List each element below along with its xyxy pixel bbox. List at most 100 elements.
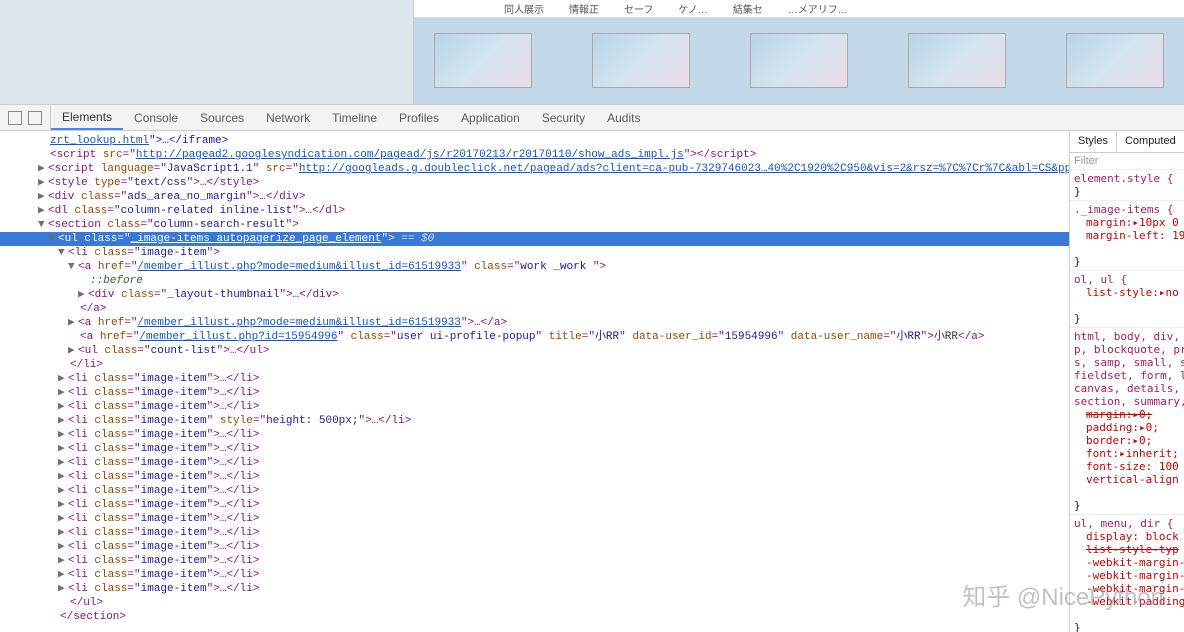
dom-pseudo[interactable]: ::before xyxy=(0,274,1069,288)
computed-tab[interactable]: Computed xyxy=(1117,131,1184,152)
dom-node[interactable]: ▶<li class="image-item" style="height: 5… xyxy=(0,414,1069,428)
tab-audits[interactable]: Audits xyxy=(596,105,651,130)
expand-arrow[interactable]: ▶ xyxy=(58,568,68,582)
thumbnail[interactable] xyxy=(592,33,690,88)
expand-arrow[interactable]: ▶ xyxy=(58,582,68,596)
tab-elements[interactable]: Elements xyxy=(51,105,123,130)
inspect-icon[interactable] xyxy=(8,111,22,125)
css-rule[interactable]: element.style {} xyxy=(1070,170,1184,201)
expand-arrow[interactable]: ▶ xyxy=(58,400,68,414)
script-src-link[interactable]: http://googleads.g.doubleclick.net/pagea… xyxy=(299,163,1069,175)
dom-node[interactable]: ▼<a href="/member_illust.php?mode=medium… xyxy=(0,260,1069,274)
nav-item[interactable]: 情報正 xyxy=(569,1,599,16)
device-icon[interactable] xyxy=(28,111,42,125)
expand-arrow[interactable]: ▶ xyxy=(58,498,68,512)
expand-arrow[interactable]: ▶ xyxy=(58,540,68,554)
dom-node[interactable]: ▶<li class="image-item">…</li> xyxy=(0,442,1069,456)
dom-node[interactable]: ▶<ul class="count-list">…</ul> xyxy=(0,344,1069,358)
tab-profiles[interactable]: Profiles xyxy=(388,105,450,130)
css-rule[interactable]: html, body, div,p, blockquote, prs, samp… xyxy=(1070,328,1184,515)
dom-node[interactable]: </section> xyxy=(0,610,1069,624)
expand-arrow[interactable]: ▶ xyxy=(78,288,88,302)
dom-node-selected[interactable]: ▼<ul class="_image-items autopagerize_pa… xyxy=(0,232,1069,246)
dom-node[interactable]: ▶<style type="text/css">…</style> xyxy=(0,176,1069,190)
dom-node[interactable]: ▶<li class="image-item">…</li> xyxy=(0,470,1069,484)
href-link[interactable]: /member_illust.php?mode=medium&illust_id… xyxy=(137,317,460,329)
nav-item[interactable]: …メアリフ… xyxy=(788,1,848,16)
tab-console[interactable]: Console xyxy=(123,105,189,130)
nav-item[interactable]: ケノ… xyxy=(678,1,707,16)
dom-node[interactable]: </a> xyxy=(0,302,1069,316)
dom-node[interactable]: ▼<section class="column-search-result"> xyxy=(0,218,1069,232)
dom-node[interactable]: ▶<div class="ads_area_no_margin">…</div> xyxy=(0,190,1069,204)
nav-item[interactable]: セーフ xyxy=(624,1,653,16)
tab-sources[interactable]: Sources xyxy=(189,105,255,130)
expand-arrow[interactable]: ▶ xyxy=(58,442,68,456)
dom-node[interactable]: ▶<li class="image-item">…</li> xyxy=(0,582,1069,596)
dom-node[interactable]: ▶<li class="image-item">…</li> xyxy=(0,400,1069,414)
dom-node[interactable]: ▶<li class="image-item">…</li> xyxy=(0,568,1069,582)
thumbnail[interactable] xyxy=(434,33,532,88)
dom-node[interactable]: ▶<li class="image-item">…</li> xyxy=(0,484,1069,498)
href-link[interactable]: /member_illust.php?id=15954996 xyxy=(139,331,337,343)
expand-arrow[interactable]: ▶ xyxy=(58,484,68,498)
tab-application[interactable]: Application xyxy=(450,105,531,130)
css-rule[interactable]: ul, menu, dir {display: blocklist-style-… xyxy=(1070,515,1184,632)
dom-node[interactable]: zrt_lookup.html">…</iframe> xyxy=(0,134,1069,148)
thumbnail[interactable] xyxy=(1066,33,1164,88)
expand-arrow[interactable]: ▶ xyxy=(58,554,68,568)
expand-arrow[interactable]: ▶ xyxy=(58,526,68,540)
preview-right-pane: 同人展示 情報正 セーフ ケノ… 結集セ …メアリフ… xyxy=(414,0,1184,104)
expand-arrow[interactable]: ▶ xyxy=(58,456,68,470)
expand-arrow[interactable]: ▶ xyxy=(38,190,48,204)
dom-node[interactable]: </li> xyxy=(0,358,1069,372)
collapse-arrow[interactable]: ▼ xyxy=(48,232,58,246)
expand-arrow[interactable]: ▶ xyxy=(58,414,68,428)
dom-node[interactable]: ▶<li class="image-item">…</li> xyxy=(0,526,1069,540)
styles-filter[interactable]: Filter xyxy=(1070,153,1184,170)
dom-node[interactable]: ▶<li class="image-item">…</li> xyxy=(0,456,1069,470)
collapse-arrow[interactable]: ▼ xyxy=(68,260,78,274)
nav-item[interactable]: 結集セ xyxy=(733,1,763,16)
dom-node[interactable]: ▶<li class="image-item">…</li> xyxy=(0,372,1069,386)
dom-node[interactable]: ▶<a href="/member_illust.php?mode=medium… xyxy=(0,316,1069,330)
expand-arrow[interactable]: ▶ xyxy=(38,176,48,190)
thumbnail[interactable] xyxy=(908,33,1006,88)
expand-arrow[interactable]: ▶ xyxy=(58,512,68,526)
dom-node[interactable]: ▶<li class="image-item">…</li> xyxy=(0,540,1069,554)
dom-node[interactable]: </ul> xyxy=(0,596,1069,610)
expand-arrow[interactable]: ▶ xyxy=(38,162,48,176)
dom-node[interactable]: ▶<dl class="column-related inline-list">… xyxy=(0,204,1069,218)
css-rule[interactable]: ._image-items {margin:▸10px 0margin-left… xyxy=(1070,201,1184,271)
expand-arrow[interactable]: ▶ xyxy=(58,386,68,400)
dom-node[interactable]: ▶<li class="image-item">…</li> xyxy=(0,554,1069,568)
dom-node[interactable]: ▶<div class="_layout-thumbnail">…</div> xyxy=(0,288,1069,302)
tab-network[interactable]: Network xyxy=(255,105,321,130)
styles-tab[interactable]: Styles xyxy=(1070,131,1117,152)
dom-node[interactable]: <script src="http://pagead2.googlesyndic… xyxy=(0,148,1069,162)
dom-node[interactable]: ▶<script language="JavaScript1.1" src="h… xyxy=(0,162,1069,176)
tab-security[interactable]: Security xyxy=(531,105,596,130)
expand-arrow[interactable]: ▶ xyxy=(58,470,68,484)
css-rule[interactable]: ol, ul {list-style:▸no} xyxy=(1070,271,1184,328)
nav-item[interactable]: 同人展示 xyxy=(504,1,544,16)
expand-arrow[interactable]: ▶ xyxy=(58,428,68,442)
thumbnail[interactable] xyxy=(750,33,848,88)
iframe-src-link[interactable]: zrt_lookup.html xyxy=(50,135,149,147)
collapse-arrow[interactable]: ▼ xyxy=(58,246,68,260)
collapse-arrow[interactable]: ▼ xyxy=(38,218,48,232)
dom-node[interactable]: ▶<li class="image-item">…</li> xyxy=(0,386,1069,400)
tab-timeline[interactable]: Timeline xyxy=(321,105,388,130)
expand-arrow[interactable]: ▶ xyxy=(68,316,78,330)
href-link[interactable]: /member_illust.php?mode=medium&illust_id… xyxy=(137,261,460,273)
script-src-link[interactable]: http://pagead2.googlesyndication.com/pag… xyxy=(136,149,684,161)
dom-node[interactable]: ▶<li class="image-item">…</li> xyxy=(0,512,1069,526)
dom-node[interactable]: ▶<li class="image-item">…</li> xyxy=(0,498,1069,512)
dom-node[interactable]: ▼<li class="image-item"> xyxy=(0,246,1069,260)
dom-node[interactable]: ▶<li class="image-item">…</li> xyxy=(0,428,1069,442)
dom-tree[interactable]: zrt_lookup.html">…</iframe> <script src=… xyxy=(0,131,1069,632)
expand-arrow[interactable]: ▶ xyxy=(38,204,48,218)
expand-arrow[interactable]: ▶ xyxy=(58,372,68,386)
dom-node[interactable]: <a href="/member_illust.php?id=15954996"… xyxy=(0,330,1069,344)
expand-arrow[interactable]: ▶ xyxy=(68,344,78,358)
